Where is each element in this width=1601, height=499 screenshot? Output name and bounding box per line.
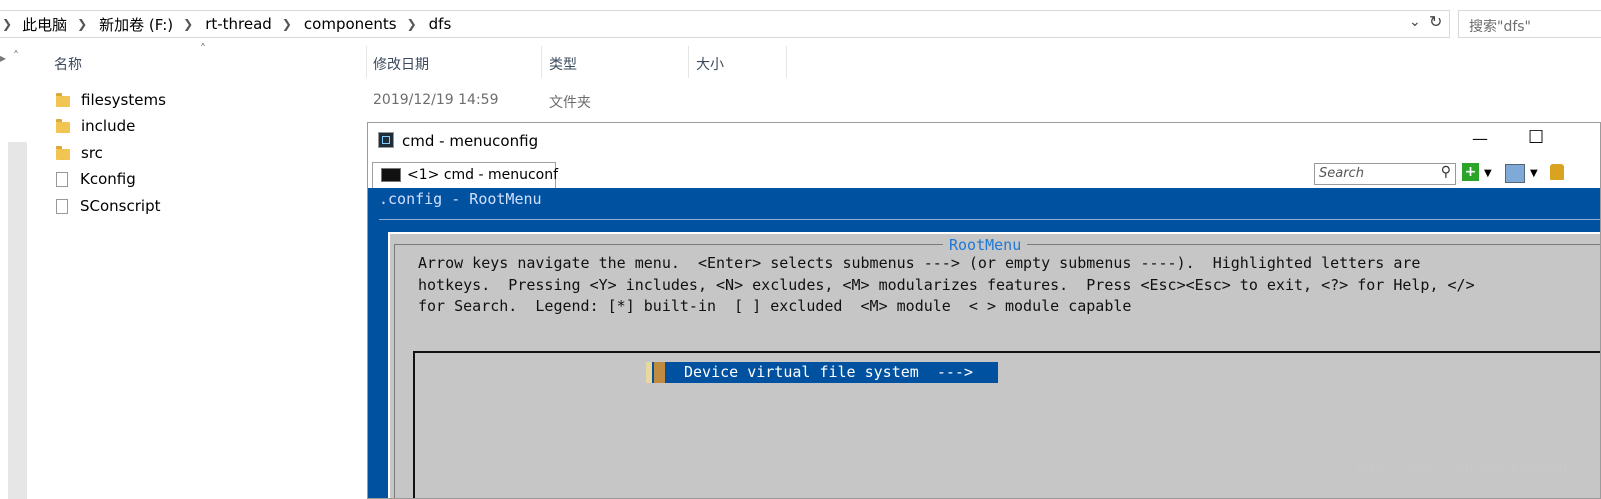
menu-item-device-vfs[interactable]: Device virtual file system ---> [646,362,998,383]
column-divider[interactable] [366,46,367,78]
divider [379,219,1600,220]
search-input[interactable]: 搜索"dfs" [1458,10,1601,38]
search-placeholder: Search [1319,166,1364,181]
maximize-icon[interactable]: ☐ [1528,127,1544,148]
cursor-marker [646,362,652,383]
file-icon [56,171,68,187]
dropdown-arrow-icon[interactable]: ▼ [1530,168,1538,179]
column-divider[interactable] [786,46,787,78]
file-name: src [81,144,103,162]
nav-pane-scrollbar[interactable] [8,142,27,499]
chevron-right-icon[interactable]: ❯ [2,17,12,31]
file-name: include [81,117,136,135]
folder-icon [56,118,70,133]
sort-ascending-icon: ˄ [200,42,206,56]
refresh-icon[interactable]: ↻ [1429,12,1442,31]
cmd-window[interactable]: cmd - menuconfig — ☐ <1> cmd - menuconf … [367,122,1601,499]
new-console-icon[interactable]: + [1462,163,1479,181]
breadcrumb: ❯ 此电脑 ❯ 新加卷 (F:) ❯ rt-thread ❯ component… [0,14,451,34]
file-type: 文件夹 [549,95,591,111]
layout-icon[interactable] [1505,164,1525,183]
help-line: for Search. Legend: [*] built-in [ ] exc… [418,297,1132,315]
folder-icon [56,92,70,107]
cursor-marker [654,362,665,383]
file-icon [56,198,68,214]
file-row[interactable]: SConscript [56,195,160,217]
dialog-title: RootMenu [943,236,1028,254]
window-title: cmd - menuconfig [402,132,539,150]
chevron-right-icon[interactable]: ❯ [183,17,193,31]
expand-arrow-icon[interactable]: ▸ [0,51,6,65]
terminal-area[interactable]: .config - RootMenu RootMenu Arrow keys n… [368,188,1600,498]
lock-icon[interactable] [1550,164,1564,180]
help-text: Arrow keys navigate the menu. <Enter> se… [418,253,1475,318]
file-date: 2019/12/19 14:59 [373,92,499,108]
column-header-type[interactable]: 类型 [549,54,577,74]
file-row[interactable]: Kconfig [56,168,136,190]
tab-console-1[interactable]: <1> cmd - menuconf [372,162,559,188]
tab-label: <1> cmd - menuconf [407,167,559,183]
folder-icon [56,145,70,160]
chevron-right-icon[interactable]: ❯ [407,17,417,31]
scroll-up-icon[interactable]: ˄ [13,49,19,63]
column-divider[interactable] [541,46,542,78]
terminal-icon [381,168,401,182]
breadcrumb-item-components[interactable]: components [304,15,397,33]
file-name: Kconfig [80,170,136,188]
help-line: hotkeys. Pressing <Y> includes, <N> excl… [418,275,1475,294]
help-line: Arrow keys navigate the menu. <Enter> se… [418,254,1421,272]
console-search-input[interactable]: Search ⚲ [1314,163,1456,185]
chevron-down-icon[interactable]: ⌄ [1409,14,1421,30]
breadcrumb-item-dfs[interactable]: dfs [429,15,452,33]
file-row[interactable]: filesystems [56,89,166,111]
column-divider[interactable] [688,46,689,78]
search-icon[interactable]: ⚲ [1441,164,1451,180]
breadcrumb-item-this-pc[interactable]: 此电脑 [22,14,67,35]
config-title: .config - RootMenu [379,190,542,208]
chevron-right-icon[interactable]: ❯ [77,17,87,31]
breadcrumb-item-drive[interactable]: 新加卷 (F:) [99,14,173,35]
column-header-date[interactable]: 修改日期 [373,54,429,74]
file-row[interactable]: src [56,142,103,164]
file-name: filesystems [81,91,166,109]
minimize-icon[interactable]: — [1472,129,1488,148]
breadcrumb-item-rt-thread[interactable]: rt-thread [205,15,272,33]
menuconfig-dialog: RootMenu Arrow keys navigate the menu. <… [388,232,1600,498]
menu-item-label: Device virtual file system ---> [684,363,973,381]
console-app-icon [378,132,394,148]
dropdown-arrow-icon[interactable]: ▼ [1484,168,1492,179]
column-header-name[interactable]: 名称 [54,54,82,74]
chevron-right-icon[interactable]: ❯ [282,17,292,31]
file-name: SConscript [80,197,161,215]
watermark: https://blog.csdn.net/guangod [1356,461,1568,477]
column-header-size[interactable]: 大小 [696,54,724,74]
file-row[interactable]: include [56,115,135,137]
